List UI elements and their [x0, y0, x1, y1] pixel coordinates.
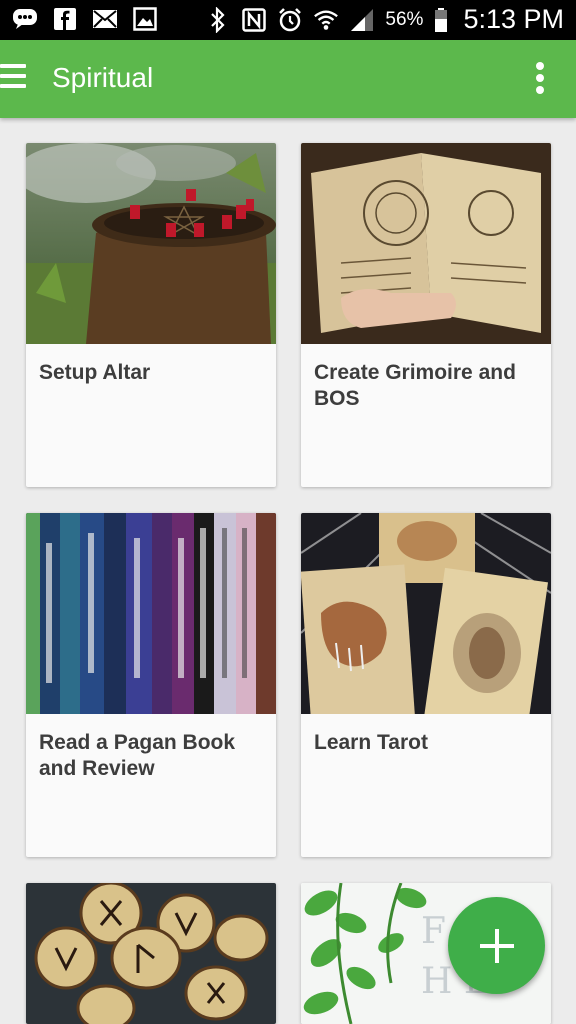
card-create-grimoire[interactable]: Create Grimoire and BOS	[301, 143, 551, 487]
runes-image	[26, 883, 276, 1024]
plus-icon	[479, 928, 514, 963]
grimoire-image	[301, 143, 551, 344]
battery-icon	[433, 7, 449, 33]
card-title: Learn Tarot	[314, 731, 428, 754]
clock: 5:13 PM	[463, 4, 564, 34]
card-setup-altar[interactable]: Setup Altar	[26, 143, 276, 487]
card-title: Create Grimoire and BOS	[314, 361, 516, 410]
app-bar: Spiritual	[0, 40, 576, 118]
gallery-icon	[132, 6, 158, 32]
nfc-icon	[241, 7, 267, 33]
messenger-icon	[12, 6, 38, 32]
more-vert-icon[interactable]	[534, 62, 546, 98]
tarot-image	[301, 513, 551, 714]
add-button[interactable]	[448, 897, 545, 994]
battery-percent: 56%	[385, 8, 424, 30]
facebook-icon	[52, 6, 78, 32]
card-learn-tarot[interactable]: Learn Tarot	[301, 513, 551, 857]
card-title: Setup Altar	[39, 361, 151, 384]
page-title: Spiritual	[52, 62, 154, 93]
alarm-icon	[277, 7, 303, 33]
books-image	[26, 513, 276, 714]
wifi-icon	[313, 7, 339, 33]
signal-icon	[349, 7, 375, 33]
card-runes[interactable]	[26, 883, 276, 1024]
card-read-pagan-book[interactable]: Read a Pagan Book and Review	[26, 513, 276, 857]
status-bar: 56% 5:13 PM	[0, 0, 576, 40]
bluetooth-icon	[205, 6, 231, 33]
altar-image	[26, 143, 276, 344]
hamburger-menu-icon[interactable]	[0, 64, 28, 94]
mail-icon	[92, 6, 118, 32]
card-title: Read a Pagan Book and Review	[39, 731, 236, 780]
